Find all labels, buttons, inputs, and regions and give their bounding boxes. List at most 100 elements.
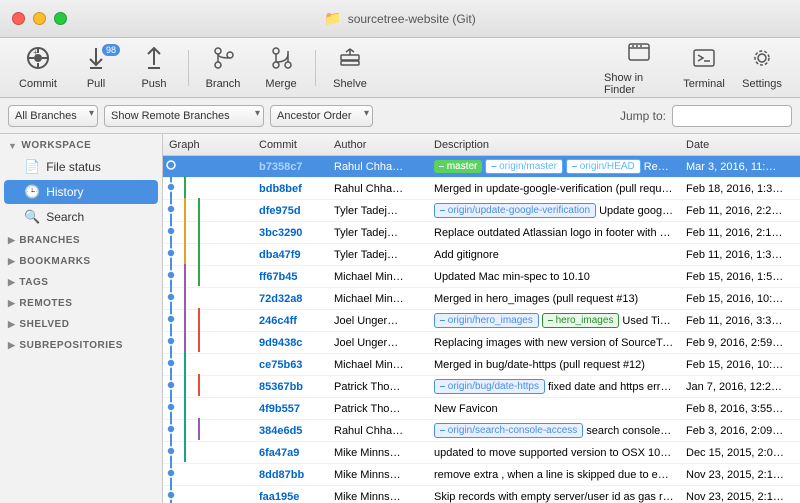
table-row[interactable]: b7358c7Rahul Chha…⎯ master⎯ origin/maste…: [163, 156, 800, 178]
commit-hash[interactable]: 9d9438c: [253, 337, 328, 349]
commit-hash[interactable]: b7358c7: [253, 161, 328, 173]
commit-description: Merged in bug/date-https (pull request #…: [428, 359, 680, 371]
col-header-commit[interactable]: Commit: [253, 139, 328, 151]
commit-date: Nov 23, 2015, 2:1…: [680, 469, 800, 481]
table-row[interactable]: 4f9b557Patrick Tho…New FaviconFeb 8, 201…: [163, 398, 800, 420]
titlebar: 📁 sourcetree-website (Git): [0, 0, 800, 38]
push-button[interactable]: Push: [126, 42, 182, 94]
minimize-button[interactable]: [33, 12, 46, 25]
commit-hash[interactable]: dba47f9: [253, 249, 328, 261]
table-row[interactable]: 246c4ffJoel Unger…⎯ origin/hero_images⎯ …: [163, 310, 800, 332]
settings-button[interactable]: Settings: [734, 42, 790, 94]
table-row[interactable]: dba47f9Tyler Tadej…Add gitignoreFeb 11, …: [163, 244, 800, 266]
push-label: Push: [141, 78, 166, 90]
jump-input[interactable]: [672, 105, 792, 127]
commit-desc-text: Merged in update-google-verification (pu…: [434, 183, 674, 195]
terminal-button[interactable]: Terminal: [676, 42, 732, 94]
commit-hash[interactable]: 4f9b557: [253, 403, 328, 415]
sidebar-item-history[interactable]: 🕒 History: [4, 180, 158, 204]
tags-header[interactable]: ▶ TAGS: [0, 273, 162, 292]
subrepositories-label: SUBREPOSITORIES: [19, 340, 122, 351]
show-in-finder-button[interactable]: Show in Finder: [604, 42, 674, 94]
sidebar-item-search[interactable]: 🔍 Search: [0, 205, 162, 229]
push-icon: [141, 45, 167, 75]
branches-select-wrap[interactable]: All Branches: [8, 105, 98, 127]
tag-badge: ⎯ origin/bug/date-https: [434, 379, 545, 394]
file-status-icon: 📄: [24, 159, 40, 175]
commit-hash[interactable]: 85367bb: [253, 381, 328, 393]
table-row[interactable]: bdb8befRahul Chha…Merged in update-googl…: [163, 178, 800, 200]
commit-author: Tyler Tadej…: [328, 227, 428, 239]
table-row[interactable]: dfe975dTyler Tadej…⎯ origin/update-googl…: [163, 200, 800, 222]
table-row[interactable]: faa195eMike Minns…Skip records with empt…: [163, 486, 800, 503]
table-row[interactable]: 8dd87bbMike Minns…remove extra , when a …: [163, 464, 800, 486]
commit-desc-text: search console google ver…: [586, 425, 674, 437]
commit-hash[interactable]: faa195e: [253, 491, 328, 503]
bookmarks-header[interactable]: ▶ BOOKMARKS: [0, 252, 162, 271]
commit-hash[interactable]: ce75b63: [253, 359, 328, 371]
remote-branches-select[interactable]: Show Remote Branches: [104, 105, 264, 127]
col-header-date[interactable]: Date: [680, 139, 800, 151]
workspace-header[interactable]: ▼ WORKSPACE: [0, 136, 162, 155]
table-row[interactable]: 6fa47a9Mike Minns…updated to move suppor…: [163, 442, 800, 464]
close-button[interactable]: [12, 12, 25, 25]
commit-hash[interactable]: 72d32a8: [253, 293, 328, 305]
traffic-lights[interactable]: [12, 12, 67, 25]
commit-description: ⎯ origin/update-google-verificationUpdat…: [428, 203, 680, 218]
commit-author: Mike Minns…: [328, 469, 428, 481]
merge-button[interactable]: Merge: [253, 42, 309, 94]
jump-label: Jump to:: [620, 109, 666, 123]
main-layout: ▼ WORKSPACE 📄 File status 🕒 History 🔍 Se…: [0, 134, 800, 503]
table-row[interactable]: 9d9438cJoel Unger…Replacing images with …: [163, 332, 800, 354]
commit-date: Feb 8, 2016, 3:55…: [680, 403, 800, 415]
order-select-wrap[interactable]: Ancestor Order: [270, 105, 373, 127]
table-row[interactable]: 3bc3290Tyler Tadej…Replace outdated Atla…: [163, 222, 800, 244]
table-row[interactable]: ce75b63Michael Min…Merged in bug/date-ht…: [163, 354, 800, 376]
branches-select[interactable]: All Branches: [8, 105, 98, 127]
commit-hash[interactable]: 246c4ff: [253, 315, 328, 327]
shelved-section: ▶ SHELVED: [0, 315, 162, 334]
remote-branches-select-wrap[interactable]: Show Remote Branches: [104, 105, 264, 127]
tags-section: ▶ TAGS: [0, 273, 162, 292]
table-row[interactable]: 85367bbPatrick Tho…⎯ origin/bug/date-htt…: [163, 376, 800, 398]
order-select[interactable]: Ancestor Order: [270, 105, 373, 127]
shelve-button[interactable]: Shelve: [322, 42, 378, 94]
toolbar-separator-2: [315, 50, 316, 86]
col-header-description[interactable]: Description: [428, 139, 680, 151]
commit-hash[interactable]: 3bc3290: [253, 227, 328, 239]
commit-hash[interactable]: bdb8bef: [253, 183, 328, 195]
tag-badge: ⎯ hero_images: [542, 313, 620, 328]
commit-date: Feb 15, 2016, 10:…: [680, 359, 800, 371]
branches-header[interactable]: ▶ BRANCHES: [0, 231, 162, 250]
shelve-icon: [337, 45, 363, 75]
subrepositories-header[interactable]: ▶ SUBREPOSITORIES: [0, 336, 162, 355]
table-row[interactable]: 384e6d5Rahul Chha…⎯ origin/search-consol…: [163, 420, 800, 442]
commit-date: Mar 3, 2016, 11:…: [680, 161, 800, 173]
shelved-header[interactable]: ▶ SHELVED: [0, 315, 162, 334]
history-label: History: [46, 185, 83, 199]
folder-icon: 📁: [324, 10, 341, 27]
commit-description: ⎯ origin/search-console-accesssearch con…: [428, 423, 680, 438]
commit-hash[interactable]: 384e6d5: [253, 425, 328, 437]
commit-icon: +: [25, 45, 51, 75]
commit-description: Add gitignore: [428, 249, 680, 261]
commit-date: Feb 15, 2016, 1:5…: [680, 271, 800, 283]
commit-hash[interactable]: 6fa47a9: [253, 447, 328, 459]
commit-hash[interactable]: ff67b45: [253, 271, 328, 283]
settings-label: Settings: [742, 78, 782, 90]
commit-button[interactable]: + Commit: [10, 42, 66, 94]
commit-description: ⎯ master⎯ origin/master⎯ origin/HEADRemo…: [428, 159, 680, 174]
branch-button[interactable]: Branch: [195, 42, 251, 94]
commit-hash[interactable]: 8dd87bb: [253, 469, 328, 481]
sidebar-item-file-status[interactable]: 📄 File status: [0, 155, 162, 179]
commit-author: Rahul Chha…: [328, 161, 428, 173]
maximize-button[interactable]: [54, 12, 67, 25]
table-row[interactable]: 72d32a8Michael Min…Merged in hero_images…: [163, 288, 800, 310]
table-row[interactable]: ff67b45Michael Min…Updated Mac min-spec …: [163, 266, 800, 288]
pull-button-wrap[interactable]: Pull 98: [68, 42, 124, 94]
commit-hash[interactable]: dfe975d: [253, 205, 328, 217]
col-header-author[interactable]: Author: [328, 139, 428, 151]
col-header-graph[interactable]: Graph: [163, 139, 253, 151]
commit-date: Feb 11, 2016, 3:3…: [680, 315, 800, 327]
remotes-header[interactable]: ▶ REMOTES: [0, 294, 162, 313]
